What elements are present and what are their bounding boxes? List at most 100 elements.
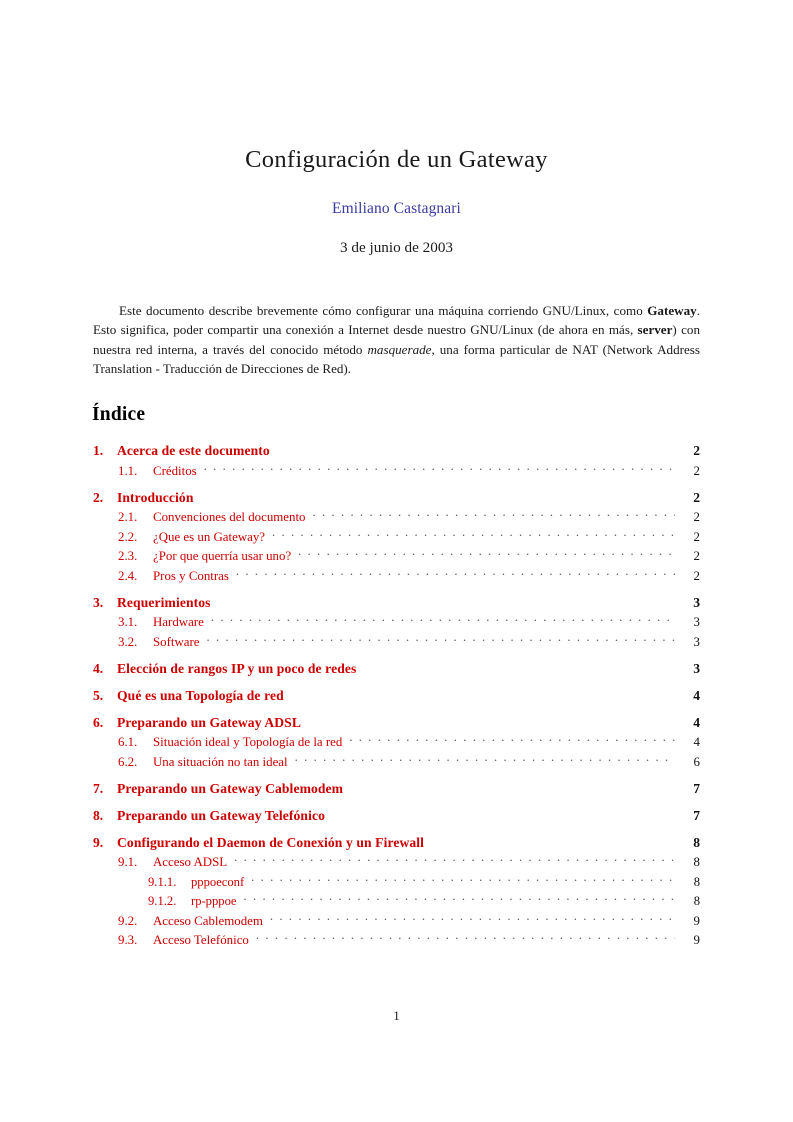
toc-entry-number: 3. xyxy=(93,594,104,610)
toc-leader-dots xyxy=(363,660,675,673)
toc-entry-number: 2.3. xyxy=(118,549,138,563)
toc-entry-page: 4 xyxy=(693,714,700,730)
toc-entry-page: 8 xyxy=(693,834,700,850)
abstract-bold-server: server xyxy=(637,322,673,338)
toc-entry-page: 3 xyxy=(693,634,700,649)
toc-entry[interactable]: 3.1. Hardware 3 xyxy=(93,613,700,630)
toc-entry-page: 4 xyxy=(693,735,700,749)
toc-entry-page: 2 xyxy=(693,463,700,478)
toc-leader-dots xyxy=(349,733,675,746)
toc-entry-number: 6.2. xyxy=(118,754,138,769)
toc-entry-number: 9.1.2. xyxy=(148,894,177,908)
toc-entry-page: 8 xyxy=(693,874,700,889)
toc-entry-page: 3 xyxy=(693,660,700,676)
toc-entry-number: 2.2. xyxy=(118,529,138,544)
toc-heading: Índice xyxy=(92,404,146,425)
toc-entry-number: 3.2. xyxy=(118,634,138,649)
toc-entry-number: 2.4. xyxy=(118,568,138,583)
document-author[interactable]: Emiliano Castagnari xyxy=(93,200,700,218)
toc-entry-page: 7 xyxy=(693,807,700,823)
toc-leader-dots xyxy=(277,442,675,455)
toc-entry[interactable]: 2. Introducción 2 xyxy=(93,489,700,506)
toc-entry-page: 2 xyxy=(693,443,700,458)
title-block: Configuración de un Gateway Emiliano Cas… xyxy=(93,145,700,257)
toc-entry[interactable]: 1.1. Créditos 2 xyxy=(93,462,700,479)
toc-entry-number: 6. xyxy=(93,714,104,730)
toc-leader-dots xyxy=(218,594,675,607)
toc-entry-label: Preparando un Gateway Telefónico xyxy=(117,807,325,823)
toc-entry-label: Qué es una Topología de red xyxy=(117,687,284,703)
toc-leader-dots xyxy=(431,834,675,847)
toc-entry[interactable]: 6. Preparando un Gateway ADSL 4 xyxy=(93,714,700,731)
toc-entry[interactable]: 6.2. Una situación no tan ideal 6 xyxy=(93,753,700,770)
toc-entry[interactable]: 9.1.1. pppoeconf 8 xyxy=(93,873,700,890)
toc-leader-dots xyxy=(313,508,675,521)
toc-entry-number: 9.3. xyxy=(118,933,138,947)
abstract-bold-gateway: Gateway xyxy=(647,303,697,319)
toc-entry-label: Preparando un Gateway ADSL xyxy=(117,714,301,730)
abstract-italic-masquerade: masquerade xyxy=(367,341,432,357)
toc-entry[interactable]: 2.2. ¿Que es un Gateway? 2 xyxy=(93,528,700,545)
toc-entry[interactable]: 9.3. Acceso Telefónico 9 xyxy=(93,931,700,948)
toc-entry-number: 9.2. xyxy=(118,913,138,928)
toc-entry[interactable]: 6.1. Situación ideal y Topología de la re… xyxy=(93,733,700,750)
toc-entry-page: 2 xyxy=(693,489,700,505)
toc-entry[interactable]: 2.1. Convenciones del documento 2 xyxy=(93,508,700,525)
toc-entry-page: 9 xyxy=(693,933,700,947)
toc-leader-dots xyxy=(200,489,675,502)
toc-leader-dots xyxy=(295,753,675,766)
toc-entry-label: Situación ideal y Topología de la red xyxy=(153,735,343,749)
toc-leader-dots xyxy=(308,714,675,727)
toc-leader-dots xyxy=(211,613,675,626)
toc-entry-page: 8 xyxy=(693,855,700,869)
toc-entry[interactable]: 9.2. Acceso Cablemodem 9 xyxy=(93,912,700,929)
toc-entry-page: 7 xyxy=(693,780,700,796)
toc-entry[interactable]: 9.1.2. rp-pppoe 8 xyxy=(93,892,700,909)
toc-entry-number: 2. xyxy=(93,489,104,505)
toc-leader-dots xyxy=(291,687,675,700)
toc-entry[interactable]: 8. Preparando un Gateway Telefónico 7 xyxy=(93,807,700,824)
toc-leader-dots xyxy=(236,567,675,580)
toc-entry[interactable]: 1. Acerca de este documento 2 xyxy=(93,442,700,459)
toc-entry-number: 1. xyxy=(93,443,104,458)
abstract-text-1: Este documento describe brevemente cómo … xyxy=(119,303,648,319)
toc-entry-number: 1.1. xyxy=(118,463,138,478)
toc-entry-label: Hardware xyxy=(153,615,204,629)
toc-entry[interactable]: 2.3. ¿Por que querría usar uno? 2 xyxy=(93,547,700,564)
toc-entry-page: 2 xyxy=(693,510,700,524)
toc-entry[interactable]: 3.2. Software 3 xyxy=(93,633,700,650)
toc-entry-label: Créditos xyxy=(153,463,197,478)
toc-leader-dots xyxy=(251,873,675,886)
toc-leader-dots xyxy=(234,853,675,866)
toc-entry-page: 3 xyxy=(693,615,700,629)
toc-leader-dots xyxy=(256,931,675,944)
toc-entry[interactable]: 7. Preparando un Gateway Cablemodem 7 xyxy=(93,780,700,797)
toc-entry-number: 8. xyxy=(93,807,104,823)
toc-entry-number: 6.1. xyxy=(118,735,138,749)
toc-entry-label: Pros y Contras xyxy=(153,568,229,583)
toc-entry[interactable]: 3. Requerimientos 3 xyxy=(93,594,700,611)
page-title: Configuración de un Gateway xyxy=(245,146,548,173)
toc-entry-page: 6 xyxy=(693,754,700,769)
toc-entry-label: ¿Que es un Gateway? xyxy=(153,529,266,544)
toc-entry-number: 4. xyxy=(93,660,104,676)
toc-entry[interactable]: 2.4. Pros y Contras 2 xyxy=(93,567,700,584)
toc-leader-dots xyxy=(204,462,675,475)
toc-entry[interactable]: 5. Qué es una Topología de red 4 xyxy=(93,687,700,704)
toc-entry-page: 2 xyxy=(693,549,700,563)
toc-entry[interactable]: 9.1. Acceso ADSL 8 xyxy=(93,853,700,870)
toc-entry[interactable]: 9. Configurando el Daemon de Conexión y u… xyxy=(93,834,700,851)
abstract-paragraph: Este documento describe brevemente cómo … xyxy=(93,301,700,378)
footer-page-number: 1 xyxy=(393,1008,400,1023)
toc-entry-label: pppoeconf xyxy=(191,874,245,889)
toc-entry-number: 5. xyxy=(93,687,104,703)
toc-leader-dots xyxy=(332,807,675,820)
toc-entry-number: 2.1. xyxy=(118,510,138,524)
toc-entry-page: 2 xyxy=(693,568,700,583)
toc-leader-dots xyxy=(350,780,675,793)
toc-entry-label: rp-pppoe xyxy=(191,894,237,908)
toc-entry-label: ¿Por que querría usar uno? xyxy=(153,549,292,563)
toc-leader-dots xyxy=(272,528,675,541)
toc-entry[interactable]: 4. Elección de rangos IP y un poco de red… xyxy=(93,660,700,677)
toc-entry-page: 2 xyxy=(693,529,700,544)
